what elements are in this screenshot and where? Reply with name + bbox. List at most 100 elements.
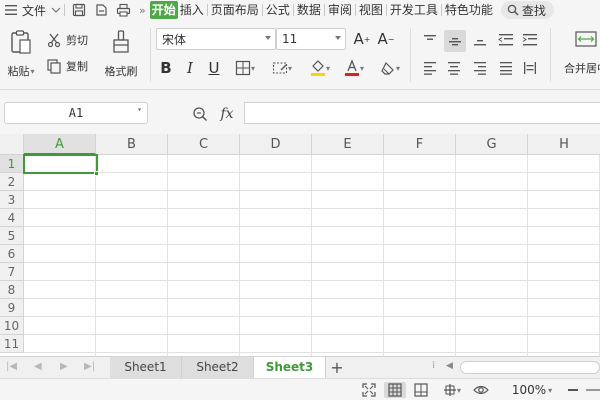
borders-button[interactable]: ▾ [232,58,258,78]
scissors-icon [47,33,61,48]
tab-formulas[interactable]: 公式 [264,1,292,19]
name-box[interactable]: A1 ▾ [4,102,148,124]
last-sheet-icon[interactable]: ▶| [84,361,95,372]
decrease-font-button[interactable]: A − [376,28,396,50]
sheet-tab-active[interactable]: Sheet3 [254,357,326,378]
tab-data[interactable]: 数据 [295,1,323,19]
add-sheet-button[interactable]: + [328,357,346,378]
font-size-select[interactable]: 11 [276,28,346,50]
cell-style-button[interactable]: ▾ [268,58,296,78]
plus-icon: + [330,358,344,377]
normal-view-button[interactable] [384,382,406,398]
page-layout-view-button[interactable] [412,382,430,398]
font-name-select[interactable]: 宋体 [156,28,276,50]
chevron-down-icon [51,7,61,13]
align-center-button[interactable] [444,58,464,78]
page-break-view-button[interactable]: ▾ [440,382,464,398]
row-header[interactable]: 10 [0,317,24,335]
column-header[interactable]: E [312,134,384,155]
row-header[interactable]: 6 [0,245,24,263]
fullscreen-button[interactable] [360,382,378,398]
divider [150,28,151,82]
fill-color-button[interactable]: ▾ [306,58,334,78]
tab-view[interactable]: 视图 [357,1,385,19]
print-icon[interactable] [116,0,131,20]
export-icon[interactable] [94,0,108,20]
sheet-tab[interactable]: Sheet1 [110,357,182,378]
copy-button[interactable]: 复制 [46,56,88,76]
row-header[interactable]: 4 [0,209,24,227]
italic-button[interactable]: I [182,58,198,78]
clear-format-button[interactable]: ▾ [376,58,404,78]
active-cell-a1[interactable] [23,154,98,174]
reading-mode-button[interactable] [472,382,490,398]
zoom-slider[interactable] [586,382,600,398]
tab-insert[interactable]: 插入 [178,1,206,19]
fill-handle[interactable] [94,171,99,176]
zoom-lookup-button[interactable] [190,104,210,124]
column-header[interactable]: A [24,134,96,155]
align-bottom-button[interactable] [470,30,490,50]
tab-special-features[interactable]: 特色功能 [443,1,495,19]
cut-button[interactable]: 剪切 [46,30,88,50]
row-header[interactable]: 9 [0,299,24,317]
justify-button[interactable] [496,58,516,78]
horizontal-scrollbar[interactable] [460,361,600,374]
row-header[interactable]: 1 [0,155,24,173]
tab-review[interactable]: 审阅 [326,1,354,19]
column-header[interactable]: D [240,134,312,155]
cell-area[interactable] [24,155,600,356]
row-header[interactable]: 8 [0,281,24,299]
column-header[interactable]: C [168,134,240,155]
formula-input[interactable] [244,102,600,124]
split-handle-icon[interactable]: ⁞ [432,360,435,371]
merge-cells-icon [575,31,597,47]
row-header[interactable]: 7 [0,263,24,281]
font-color-button[interactable]: ▾ [340,58,368,78]
merge-center-button[interactable]: 合并居中 [556,30,600,82]
row-header[interactable]: 3 [0,191,24,209]
align-left-button[interactable] [420,58,440,78]
tab-page-layout[interactable]: 页面布局 [209,1,261,19]
indent-increase-button[interactable] [520,30,540,50]
distributed-align-button[interactable] [520,58,540,78]
more-chevron-icon[interactable]: » [139,0,146,20]
prev-sheet-icon[interactable]: ◀ [34,361,42,372]
dropdown-icon: ▾ [548,385,553,395]
tab-home[interactable]: 开始 [149,1,178,19]
select-all-corner[interactable] [0,134,24,155]
align-middle-button[interactable] [444,30,466,52]
tab-developer[interactable]: 开发工具 [388,1,440,19]
format-painter-button[interactable]: 格式刷 [100,26,142,82]
align-top-icon [424,35,436,40]
save-icon[interactable] [72,0,86,20]
column-header[interactable]: G [456,134,528,155]
search-box[interactable]: 查找 [500,1,554,19]
underline-button[interactable]: U [206,58,222,78]
column-header[interactable]: F [384,134,456,155]
insert-function-button[interactable]: fx [216,104,238,124]
paint-bucket-icon [310,60,325,76]
column-header[interactable]: B [96,134,168,155]
file-menu[interactable]: 文件 [0,0,61,20]
indent-decrease-button[interactable] [496,30,516,50]
row-header[interactable]: 2 [0,173,24,191]
sheet-tab[interactable]: Sheet2 [182,357,254,378]
font-size-value: 11 [282,32,298,46]
zoom-level: 100% [511,383,547,397]
zoom-level-select[interactable]: 100% ▾ [510,382,554,398]
align-center-icon [448,62,460,75]
bold-button[interactable]: B [158,58,174,78]
align-top-button[interactable] [420,30,440,50]
paste-button[interactable]: 粘贴 ▾ [2,26,40,82]
row-header[interactable]: 5 [0,227,24,245]
align-right-button[interactable] [470,58,490,78]
column-header[interactable]: H [528,134,600,155]
scroll-left-icon[interactable]: ◀ [446,361,453,371]
first-sheet-icon[interactable]: |◀ [6,361,17,372]
zoom-out-button[interactable] [566,382,580,398]
row-header[interactable]: 11 [0,335,24,353]
increase-font-button[interactable]: A + [352,28,372,50]
spreadsheet-app: 文件 » 开始 插入 页面布局 公式 数据 审阅 视图 开发工具 特色功能 查找… [0,0,600,400]
next-sheet-icon[interactable]: ▶ [60,361,68,372]
